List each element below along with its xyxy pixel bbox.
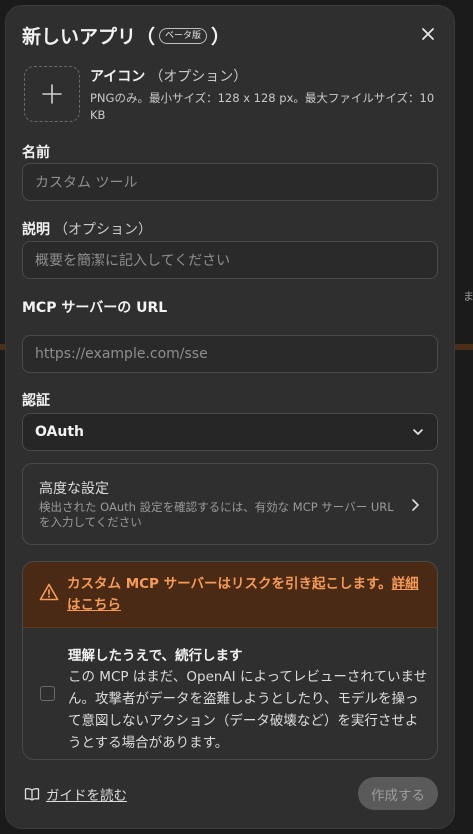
dialog-title-end: ）	[211, 26, 231, 48]
risk-warning-banner: カスタム MCP サーバーはリスクを引き起こします。詳細はこちら	[23, 562, 437, 628]
beta-badge: ベータ版	[159, 27, 208, 44]
name-label: 名前	[22, 145, 50, 161]
url-label: MCP サーバーの URL	[22, 300, 168, 316]
close-icon	[422, 28, 434, 40]
acknowledge-title: 理解したうえで、続行します	[68, 648, 243, 664]
risk-warning-text: カスタム MCP サーバーはリスクを引き起こします。詳細はこちら	[67, 574, 423, 616]
create-button[interactable]: 作成する	[358, 777, 438, 810]
icon-hint: PNGのみ。最小サイズ：128 x 128 px。最大ファイルサイズ：10 KB	[90, 91, 435, 122]
risk-acknowledgement-body: 理解したうえで、続行します この MCP はまだ、OpenAI によってレビュー…	[23, 628, 437, 759]
book-icon	[24, 788, 40, 801]
close-button[interactable]	[418, 24, 438, 44]
risk-acknowledgement-panel: カスタム MCP サーバーはリスクを引き起こします。詳細はこちら 理解したうえで…	[22, 561, 438, 760]
advanced-settings-description: 検出された OAuth 設定を確認するには、有効な MCP サーバー URL を…	[39, 500, 394, 529]
url-input[interactable]: https://example.com/sse	[22, 335, 438, 373]
background-peek-text: まで	[463, 290, 473, 303]
read-guide-link[interactable]: ガイドを読む	[24, 784, 127, 804]
icon-section-title: アイコン （オプション）	[90, 66, 247, 86]
auth-select[interactable]: OAuth	[22, 413, 438, 451]
description-label: 説明 （オプション）	[22, 219, 152, 239]
auth-label: 認証	[22, 393, 50, 409]
chevron-down-icon	[413, 429, 423, 435]
read-guide-label: ガイドを読む	[46, 788, 127, 804]
icon-optional-text: （オプション）	[149, 69, 248, 85]
advanced-settings-button[interactable]: 高度な設定 検出された OAuth 設定を確認するには、有効な MCP サーバー…	[22, 463, 438, 545]
icon-upload-button[interactable]	[24, 66, 80, 122]
risk-warning-message: カスタム MCP サーバーはリスクを引き起こします。	[67, 576, 392, 592]
acknowledge-text: この MCP はまだ、OpenAI によってレビューされていません。攻撃者がデー…	[68, 669, 428, 751]
description-input[interactable]: 概要を簡潔に記入してください	[22, 241, 438, 279]
new-app-dialog: 新しいアプリ（ ベータ版 ） アイコン （オプション） PNGのみ。最小サイズ：1…	[6, 6, 454, 828]
dialog-title-text: 新しいアプリ（	[22, 26, 156, 48]
warning-icon	[39, 583, 59, 601]
chevron-right-icon	[412, 499, 419, 511]
description-label-text: 説明	[22, 222, 50, 238]
advanced-settings-title: 高度な設定	[39, 481, 109, 497]
name-input[interactable]: カスタム ツール	[22, 163, 438, 201]
icon-title-text: アイコン	[90, 69, 146, 85]
plus-icon	[42, 84, 62, 104]
dialog-title: 新しいアプリ（ ベータ版 ）	[22, 22, 230, 49]
auth-selected-value: OAuth	[35, 424, 84, 440]
description-optional-text: （オプション）	[54, 222, 152, 238]
acknowledge-checkbox[interactable]	[40, 686, 55, 701]
